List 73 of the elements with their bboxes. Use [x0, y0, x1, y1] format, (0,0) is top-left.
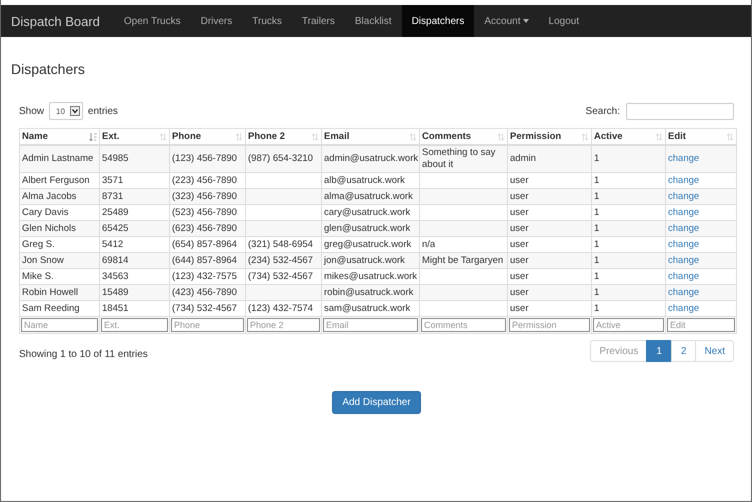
table-cell: robin@usatruck.work: [322, 284, 420, 300]
table-cell: sam@usatruck.work: [322, 300, 420, 316]
table-cell: (644) 857-8964: [170, 252, 246, 268]
nav-link[interactable]: Drivers: [190, 5, 242, 37]
table-cell: Glen Nichols: [20, 220, 100, 236]
change-link[interactable]: change: [668, 153, 700, 164]
page-button[interactable]: 1: [646, 340, 672, 362]
table-cell: 1: [592, 252, 666, 268]
table-cell: Admin Lastname: [20, 145, 100, 172]
table-cell: (123) 456-7890: [170, 145, 246, 172]
filter-field[interactable]: Phone 2: [247, 318, 320, 332]
table-cell: admin: [508, 145, 592, 172]
table-cell: 1: [592, 145, 666, 172]
table-cell: (123) 432-7574: [246, 300, 322, 316]
filter-field[interactable]: Name: [21, 318, 98, 332]
filter-field[interactable]: Comments: [421, 318, 506, 332]
entries-select[interactable]: 10: [49, 102, 83, 120]
table-cell: 18451: [100, 300, 170, 316]
nav-link[interactable]: Open Trucks: [114, 5, 191, 37]
dropdown-icon: [70, 106, 80, 116]
page-button[interactable]: 2: [670, 340, 696, 362]
filter-field[interactable]: Phone: [171, 318, 244, 332]
table-cell: jon@usatruck.work: [322, 252, 420, 268]
search-field[interactable]: [626, 102, 734, 120]
nav-link[interactable]: Trailers: [292, 5, 345, 37]
filter-field[interactable]: Active: [593, 318, 664, 332]
brand-link[interactable]: Dispatch Board: [1, 5, 110, 37]
table-cell: Might be Targaryen: [420, 252, 508, 268]
table-cell: (734) 532-4567: [170, 300, 246, 316]
filter-field[interactable]: Email: [323, 318, 418, 332]
table-cell: 69814: [100, 252, 170, 268]
next-button[interactable]: Next: [695, 340, 734, 362]
nav-link[interactable]: Trucks: [242, 5, 292, 37]
table-cell: (423) 456-7890: [170, 284, 246, 300]
table-cell: 8731: [100, 188, 170, 204]
table-cell: 15489: [100, 284, 170, 300]
filter-field[interactable]: Ext.: [101, 318, 168, 332]
table-cell: (234) 532-4567: [246, 252, 322, 268]
nav-link[interactable]: Blacklist: [344, 5, 402, 37]
table-cell: (987) 654-3210: [246, 145, 322, 172]
table-cell: 1: [592, 220, 666, 236]
entries-label: entries: [88, 106, 118, 116]
nav-link[interactable]: Dispatchers: [402, 5, 474, 37]
search-label: Search:: [586, 106, 620, 116]
table-cell: Something to say about it: [420, 145, 508, 172]
table-cell: Alma Jacobs: [20, 188, 100, 204]
table-cell: user: [508, 284, 592, 300]
table-cell: Robin Howell: [20, 284, 100, 300]
table-cell: user: [508, 252, 592, 268]
table-cell: glen@usatruck.work: [322, 220, 420, 236]
entries-info: Showing 1 to 10 of 11 entries: [19, 349, 148, 360]
caret-icon: [522, 19, 529, 23]
table-cell: alma@usatruck.work: [322, 188, 420, 204]
table-cell: admin@usatruck.work: [322, 145, 420, 172]
table-cell: 54985: [100, 145, 170, 172]
table-cell: Jon Snow: [20, 252, 100, 268]
filter-field[interactable]: Edit: [667, 318, 735, 332]
add-dispatcher-button[interactable]: Add Dispatcher: [332, 391, 421, 414]
table-cell: user: [508, 300, 592, 316]
nav-link[interactable]: Account: [474, 5, 539, 37]
table-cell: 1: [592, 300, 666, 316]
filter-field[interactable]: Permission: [509, 318, 590, 332]
nav-link[interactable]: Logout: [538, 5, 590, 37]
table-cell: 65425: [100, 220, 170, 236]
table-cell: (623) 456-7890: [170, 220, 246, 236]
table-cell: 1: [592, 188, 666, 204]
table-cell: Sam Reeding: [20, 300, 100, 316]
table-cell: user: [508, 188, 592, 204]
table-cell: user: [508, 220, 592, 236]
table-cell: 1: [592, 284, 666, 300]
page-title: Dispatchers: [11, 61, 86, 77]
show-label: Show: [19, 106, 44, 116]
table-cell: (323) 456-7890: [170, 188, 246, 204]
